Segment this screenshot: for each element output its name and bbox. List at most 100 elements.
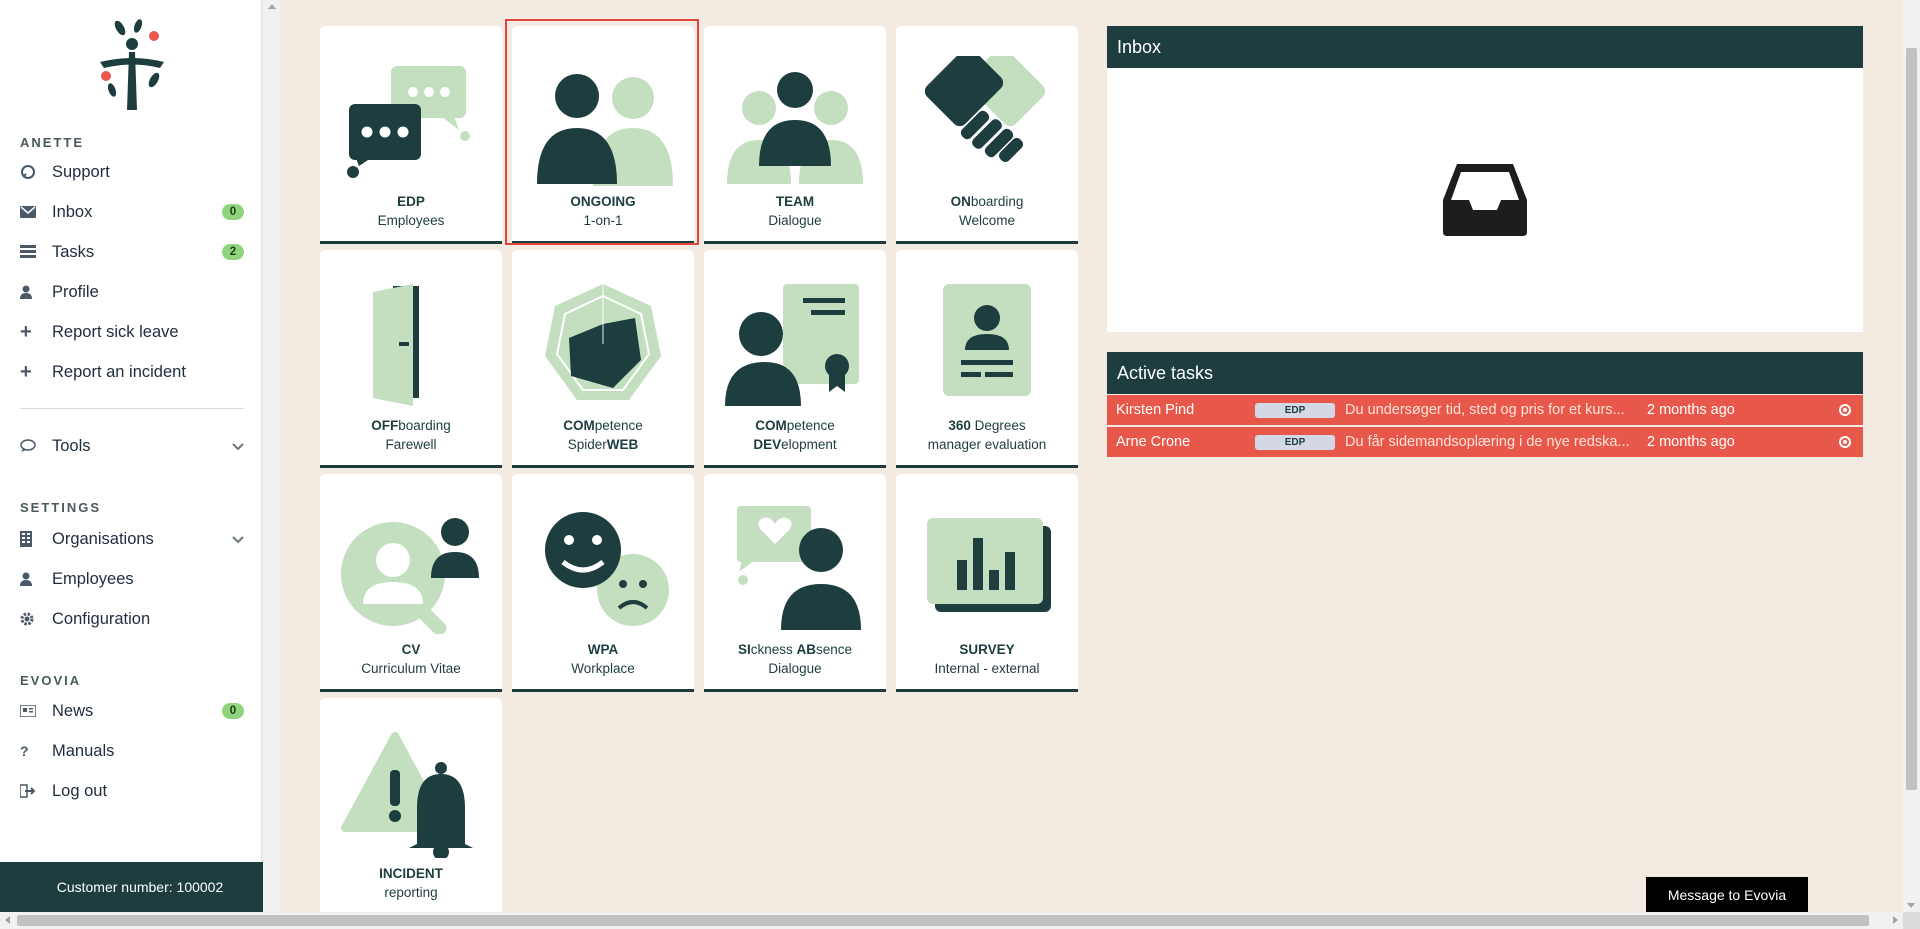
tile-incident[interactable]: INCIDENT reporting <box>320 698 502 916</box>
sidebar-item-news[interactable]: News 0 <box>20 695 244 727</box>
sidebar-item-label: News <box>52 701 94 720</box>
task-description: Du får sidemandsoplæring i de nye redska… <box>1345 434 1630 450</box>
inbox-panel-title: Inbox <box>1107 26 1863 68</box>
tile-title: INCIDENT <box>379 866 443 881</box>
sidebar-item-employees[interactable]: Employees <box>20 563 244 595</box>
sidebar-item-label: Organisations <box>52 529 154 548</box>
sidebar-item-label: Inbox <box>52 202 93 221</box>
sidebar-item-manuals[interactable]: ? Manuals <box>20 735 244 767</box>
logo-icon[interactable] <box>92 18 172 114</box>
horizontal-scrollbar[interactable] <box>0 912 1903 929</box>
chat-icon <box>20 439 52 453</box>
inbox-tray-icon <box>1443 164 1527 236</box>
open-task-icon[interactable] <box>1839 404 1851 416</box>
tile-subtitle: 1-on-1 <box>583 213 623 228</box>
sick-dialogue-icon <box>737 506 861 630</box>
tile-subtitle: manager evaluation <box>927 437 1047 452</box>
two-people-icon <box>537 74 673 186</box>
task-time: 2 months ago <box>1647 434 1735 450</box>
tile-title: ONboarding <box>950 194 1024 209</box>
smiley-faces-icon <box>545 512 669 626</box>
sidebar-item-configuration[interactable]: Configuration <box>20 603 244 635</box>
tile-cv[interactable]: CV Curriculum Vitae <box>320 474 502 692</box>
scrollbar-thumb[interactable] <box>1906 48 1917 790</box>
task-time: 2 months ago <box>1647 402 1735 418</box>
tile-title: WPA <box>587 642 619 657</box>
id-card-icon <box>943 284 1031 396</box>
tile-survey[interactable]: SURVEY Internal - external <box>896 474 1078 692</box>
tile-competence-development[interactable]: COMpetence DEVelopment <box>704 250 886 468</box>
tile-subtitle: reporting <box>384 885 438 900</box>
team-icon <box>727 72 863 184</box>
task-row[interactable]: Arne Crone EDP Du får sidemandsoplæring … <box>1107 427 1863 457</box>
tile-360-degrees[interactable]: 360 Degrees manager evaluation <box>896 250 1078 468</box>
chevron-down-icon <box>232 530 244 549</box>
tile-subtitle: Employees <box>377 213 445 228</box>
gear-icon <box>20 612 52 626</box>
user-icon <box>20 572 52 586</box>
tile-onboarding[interactable]: ONboarding Welcome <box>896 26 1078 244</box>
active-tasks-title: Active tasks <box>1107 352 1863 394</box>
tile-title: SIckness ABsence <box>737 642 853 657</box>
tile-sickness-absence[interactable]: SIckness ABsence Dialogue <box>704 474 886 692</box>
sidebar-item-tasks[interactable]: Tasks 2 <box>20 236 244 268</box>
tile-wpa[interactable]: WPA Workplace <box>512 474 694 692</box>
chevron-down-icon <box>232 437 244 456</box>
scrollbar-thumb[interactable] <box>17 915 1869 926</box>
tile-title: EDP <box>397 194 425 209</box>
tile-subtitle: Farewell <box>385 437 437 452</box>
tile-edp[interactable]: EDP Employees <box>320 26 502 244</box>
sidebar-item-label: Log out <box>52 781 108 800</box>
divider <box>20 408 244 409</box>
certificate-person-icon <box>725 284 859 406</box>
user-section-title: ANETTE <box>20 135 84 150</box>
sidebar-item-tools[interactable]: Tools <box>20 430 244 462</box>
message-to-evovia-button[interactable]: Message to Evovia <box>1646 877 1808 913</box>
sidebar: ANETTE Support Inbox 0 Tasks 2 Profile +… <box>0 0 262 929</box>
news-count-badge: 0 <box>222 703 244 719</box>
task-row[interactable]: Kirsten Pind EDP Du undersøger tid, sted… <box>1107 395 1863 425</box>
customer-number: Customer number: 100002 <box>0 862 280 912</box>
task-tag: EDP <box>1255 402 1335 418</box>
support-icon <box>20 164 52 180</box>
sidebar-item-report-incident[interactable]: + Report an incident <box>20 356 244 388</box>
user-icon <box>20 285 52 299</box>
sidebar-item-label: Manuals <box>52 741 115 760</box>
tile-team[interactable]: TEAM Dialogue <box>704 26 886 244</box>
tile-offboarding[interactable]: OFFboarding Farewell <box>320 250 502 468</box>
sidebar-item-organisations[interactable]: Organisations <box>20 523 244 555</box>
sidebar-item-profile[interactable]: Profile <box>20 276 244 308</box>
tile-subtitle: Dialogue <box>768 213 822 228</box>
tile-title: CV <box>401 642 421 657</box>
tasks-icon <box>20 245 52 259</box>
tile-title: COMpetence <box>563 418 643 433</box>
building-icon <box>20 531 52 547</box>
door-icon <box>373 284 419 406</box>
sidebar-item-label: Report sick leave <box>52 322 179 341</box>
tile-subtitle: Workplace <box>571 661 635 676</box>
sidebar-scrollbar[interactable] <box>263 0 280 912</box>
tile-subtitle: Dialogue <box>768 661 822 676</box>
settings-section-title: SETTINGS <box>20 500 102 515</box>
tile-ongoing[interactable]: ONGOING 1-on-1 <box>512 26 694 244</box>
sidebar-item-label: Profile <box>52 282 99 301</box>
bar-chart-icon <box>927 518 1051 612</box>
sidebar-item-log-out[interactable]: Log out <box>20 775 244 807</box>
tile-subtitle: Welcome <box>958 213 1016 228</box>
vertical-scrollbar[interactable] <box>1903 0 1920 912</box>
sidebar-item-label: Configuration <box>52 609 151 628</box>
sidebar-item-report-sick-leave[interactable]: + Report sick leave <box>20 316 244 348</box>
sidebar-item-inbox[interactable]: Inbox 0 <box>20 196 244 228</box>
task-assignee: Arne Crone <box>1116 434 1191 450</box>
handshake-icon <box>924 56 1046 163</box>
tile-title: 360 Degrees <box>948 418 1026 433</box>
sidebar-item-label: Tasks <box>52 242 95 261</box>
logout-icon <box>20 784 52 798</box>
task-tag: EDP <box>1255 434 1335 450</box>
scrollbar-corner <box>1903 912 1920 929</box>
tile-competence-spiderweb[interactable]: COMpetence SpiderWEB <box>512 250 694 468</box>
task-description: Du undersøger tid, sted og pris for et k… <box>1345 402 1625 418</box>
open-task-icon[interactable] <box>1839 436 1851 448</box>
sidebar-item-support[interactable]: Support <box>20 156 244 188</box>
sidebar-item-label: Support <box>52 162 110 181</box>
